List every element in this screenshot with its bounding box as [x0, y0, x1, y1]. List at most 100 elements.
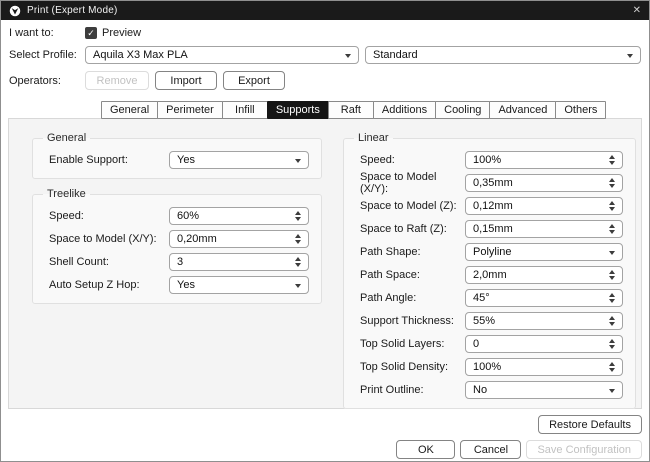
spinner-up-icon[interactable] — [609, 270, 615, 274]
chevron-down-icon — [609, 251, 615, 255]
save-configuration-button: Save Configuration — [526, 440, 642, 459]
spinner-arrows — [609, 290, 617, 306]
spinner-arrows — [295, 254, 303, 270]
tab-infill[interactable]: Infill — [222, 101, 268, 119]
auto-setup-z-hop-dropdown[interactable]: Yes — [169, 276, 309, 294]
setting-label: Speed: — [49, 210, 169, 222]
chevron-down-icon — [295, 159, 301, 163]
app-logo-icon — [9, 5, 21, 17]
linear-space-to-raft-z-spinbox[interactable]: 0,15mm — [465, 220, 623, 238]
print-settings-dialog: Print (Expert Mode) ✕ I want to: ✓ Previ… — [0, 0, 650, 462]
spinner-arrows — [609, 152, 617, 168]
spinner-down-icon[interactable] — [609, 276, 615, 280]
spinner-arrows — [609, 313, 617, 329]
remove-button: Remove — [85, 71, 149, 90]
tab-others[interactable]: Others — [555, 101, 606, 119]
tab-raft[interactable]: Raft — [328, 101, 374, 119]
window-title: Print (Expert Mode) — [27, 5, 625, 16]
setting-label: Path Shape: — [360, 246, 465, 258]
ok-button[interactable]: OK — [396, 440, 455, 459]
spinner-down-icon[interactable] — [609, 368, 615, 372]
spinner-down-icon[interactable] — [609, 161, 615, 165]
close-icon[interactable]: ✕ — [625, 5, 641, 16]
spinner-up-icon[interactable] — [295, 257, 301, 261]
spinner-down-icon[interactable] — [609, 184, 615, 188]
setting-label: Space to Model (X/Y): — [49, 233, 169, 245]
supports-tab-panel: General Enable Support: Yes Treelike Spe… — [8, 118, 642, 409]
import-button[interactable]: Import — [155, 71, 217, 90]
setting-label: Top Solid Layers: — [360, 338, 465, 350]
tab-perimeter[interactable]: Perimeter — [157, 101, 223, 119]
spinner-down-icon[interactable] — [295, 217, 301, 221]
spinner-up-icon[interactable] — [609, 178, 615, 182]
spinner-down-icon[interactable] — [609, 207, 615, 211]
setting-label: Top Solid Density: — [360, 361, 465, 373]
setting-row: Path Angle: 45° — [360, 286, 623, 309]
tab-cooling[interactable]: Cooling — [435, 101, 490, 119]
setting-label: Auto Setup Z Hop: — [49, 279, 169, 291]
setting-row: Top Solid Layers: 0 — [360, 332, 623, 355]
spinner-arrows — [609, 359, 617, 375]
profile-dropdown[interactable]: Aquila X3 Max PLA — [85, 46, 359, 64]
spinner-down-icon[interactable] — [295, 263, 301, 267]
spinner-up-icon[interactable] — [609, 155, 615, 159]
setting-row: Space to Model (Z): 0,12mm — [360, 194, 623, 217]
spinner-down-icon[interactable] — [609, 322, 615, 326]
path-angle-spinbox[interactable]: 45° — [465, 289, 623, 307]
spinner-up-icon[interactable] — [295, 211, 301, 215]
setting-row: Enable Support: Yes — [49, 148, 309, 171]
setting-label: Space to Model (X/Y): — [360, 171, 465, 195]
top-solid-layers-spinbox[interactable]: 0 — [465, 335, 623, 353]
setting-label: Path Angle: — [360, 292, 465, 304]
profile-row: Select Profile: Aquila X3 Max PLA Standa… — [9, 46, 641, 64]
spinner-down-icon[interactable] — [609, 230, 615, 234]
support-thickness-spinbox[interactable]: 55% — [465, 312, 623, 330]
spinner-up-icon[interactable] — [609, 201, 615, 205]
spinner-up-icon[interactable] — [609, 293, 615, 297]
setting-row: Space to Model (X/Y): 0,20mm — [49, 227, 309, 250]
spinner-arrows — [609, 267, 617, 283]
preview-checkbox[interactable]: ✓ — [85, 27, 97, 39]
top-solid-density-spinbox[interactable]: 100% — [465, 358, 623, 376]
spinner-arrows — [609, 175, 617, 191]
tab-additions[interactable]: Additions — [373, 101, 436, 119]
spinner-up-icon[interactable] — [609, 224, 615, 228]
spinner-up-icon[interactable] — [609, 362, 615, 366]
tab-supports[interactable]: Supports — [267, 101, 329, 119]
setting-label: Support Thickness: — [360, 315, 465, 327]
spinner-up-icon[interactable] — [295, 234, 301, 238]
treelike-speed-spinbox[interactable]: 60% — [169, 207, 309, 225]
export-button[interactable]: Export — [223, 71, 285, 90]
spinner-down-icon[interactable] — [295, 240, 301, 244]
path-space-spinbox[interactable]: 2,0mm — [465, 266, 623, 284]
preview-checkbox-label: Preview — [102, 27, 141, 39]
setting-row: Speed: 100% — [360, 148, 623, 171]
path-shape-dropdown[interactable]: Polyline — [465, 243, 623, 261]
cancel-button[interactable]: Cancel — [460, 440, 521, 459]
linear-speed-spinbox[interactable]: 100% — [465, 151, 623, 169]
quality-dropdown[interactable]: Standard — [365, 46, 641, 64]
print-outline-dropdown[interactable]: No — [465, 381, 623, 399]
setting-row: Speed: 60% — [49, 204, 309, 227]
treelike-group-legend: Treelike — [43, 188, 90, 200]
want-label: I want to: — [9, 27, 85, 39]
spinner-down-icon[interactable] — [609, 299, 615, 303]
setting-label: Path Space: — [360, 269, 465, 281]
profile-label: Select Profile: — [9, 49, 85, 61]
shell-count-spinbox[interactable]: 3 — [169, 253, 309, 271]
linear-space-to-model-xy-spinbox[interactable]: 0,35mm — [465, 174, 623, 192]
setting-row: Space to Model (X/Y): 0,35mm — [360, 171, 623, 194]
linear-space-to-model-z-spinbox[interactable]: 0,12mm — [465, 197, 623, 215]
spinner-up-icon[interactable] — [609, 316, 615, 320]
treelike-space-to-model-xy-spinbox[interactable]: 0,20mm — [169, 230, 309, 248]
operators-row: Operators: Remove Import Export — [9, 71, 641, 90]
spinner-down-icon[interactable] — [609, 345, 615, 349]
tab-advanced[interactable]: Advanced — [489, 101, 556, 119]
tab-general[interactable]: General — [101, 101, 158, 119]
setting-label: Speed: — [360, 154, 465, 166]
titlebar[interactable]: Print (Expert Mode) ✕ — [1, 1, 649, 20]
want-row: I want to: ✓ Preview — [9, 27, 641, 39]
spinner-arrows — [609, 221, 617, 237]
spinner-up-icon[interactable] — [609, 339, 615, 343]
enable-support-dropdown[interactable]: Yes — [169, 151, 309, 169]
